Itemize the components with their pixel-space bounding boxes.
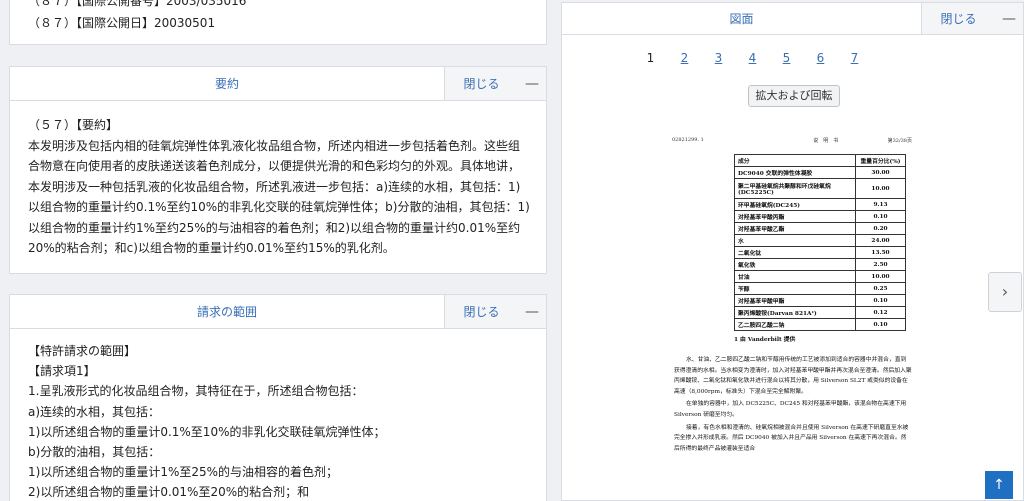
app-root: （８７）【国際公開番号】2003/035016 （８７）【国際公開日】20030… xyxy=(0,0,1024,501)
table-cell: DC9040 交联的弹性体凝胶 xyxy=(734,166,856,179)
table-cell: 13.50 xyxy=(855,246,906,259)
table-row: 二氧化钛 13.50 xyxy=(734,246,906,259)
page-pagination: 1 2 3 4 5 6 7 xyxy=(482,51,1023,65)
table-cell: 对羟基苯甲酸乙酯 xyxy=(734,222,856,235)
page-4-link[interactable]: 4 xyxy=(747,51,759,65)
doc-page: 第32/38页 xyxy=(887,138,912,144)
table-cell: 氧化铁 xyxy=(734,258,856,271)
claims-card: 請求の範囲 閉じる — 【特許請求の範囲】 【請求項1】 1.呈乳液形式的化妆品… xyxy=(9,294,547,501)
table-cell: 二氧化钛 xyxy=(734,246,856,259)
page-6-link[interactable]: 6 xyxy=(815,51,827,65)
publication-info-card: （８７）【国際公開番号】2003/035016 （８７）【国際公開日】20030… xyxy=(9,0,547,45)
table-cell: 对羟基苯甲酸甲酯 xyxy=(734,294,856,307)
table-row: 对羟基苯甲酸丙酯 0.10 xyxy=(734,210,906,223)
table-cell: 9.13 xyxy=(855,198,906,211)
table-row: 聚二甲基硅氧烷共聚醇和环戊硅氧烷 (DC5225C) 10.00 xyxy=(734,178,906,199)
table-cell: 10.00 xyxy=(855,178,906,199)
doc-paragraph: 在单独的容器中，加入 DC5225C、DC245 和对羟基苯甲酸酯，该混合物在高… xyxy=(674,401,907,418)
table-row: 苄醇 0.25 xyxy=(734,282,906,295)
table-header-cell: 重量百分比(%) xyxy=(855,154,906,167)
table-row: 乙二胺四乙酸二钠 0.10 xyxy=(734,318,906,331)
left-column: （８７）【国際公開番号】2003/035016 （８７）【国際公開日】20030… xyxy=(0,0,555,501)
claims-line: 【特許請求の範囲】 xyxy=(28,344,137,358)
figures-panel: 図面 閉じる — 1 2 3 4 5 6 7 拡大および回転 02821299.… xyxy=(561,2,1024,501)
table-cell: 0.10 xyxy=(855,210,906,223)
table-cell: 24.00 xyxy=(855,234,906,247)
table-cell: 苄醇 xyxy=(734,282,856,295)
table-cell: 水 xyxy=(734,234,856,247)
table-cell: 乙二胺四乙酸二钠 xyxy=(734,318,856,331)
claims-header: 請求の範囲 閉じる — xyxy=(10,295,546,329)
collapse-icon[interactable]: — xyxy=(518,76,546,92)
claims-line: 1.呈乳液形式的化妆品组合物，其特征在于，所述组合物包括： xyxy=(28,384,364,399)
table-row: 对羟基苯甲酸甲酯 0.10 xyxy=(734,294,906,307)
table-cell: 0.10 xyxy=(855,318,906,331)
claims-line: 【請求項1】 xyxy=(28,364,96,379)
page-5-link[interactable]: 5 xyxy=(781,51,793,65)
arrow-up-icon[interactable]: ↑ xyxy=(985,471,1013,499)
page-7-link[interactable]: 7 xyxy=(849,51,861,65)
table-header-cell: 成分 xyxy=(734,154,856,167)
doc-paragraph: 接着，有色水相和澄清的、硅氧烷相被混合并且使用 Silverson 在高速下研磨… xyxy=(674,424,909,452)
table-row: 环甲基硅氧烷(DC245) 9.13 xyxy=(734,198,906,211)
table-row: DC9040 交联的弹性体凝胶 30.00 xyxy=(734,166,906,179)
table-cell: 30.00 xyxy=(855,166,906,179)
claims-title: 請求の範囲 xyxy=(196,305,257,319)
table-cell: 0.20 xyxy=(855,222,906,235)
table-cell: 0.25 xyxy=(855,282,906,295)
abstract-close-button[interactable]: 閉じる — xyxy=(444,67,546,100)
publication-date: （８７）【国際公開日】20030501 xyxy=(28,16,216,30)
abstract-title: 要約 xyxy=(214,77,239,91)
claims-line: a)连续的水相，其包括： xyxy=(28,404,161,419)
figures-title: 図面 xyxy=(729,12,754,26)
abstract-card: 要約 閉じる — （５７）【要約】 本发明涉及包括内相的硅氧烷弹性体乳液化妆品组… xyxy=(9,66,547,274)
doc-paragraph: 水、甘油、乙二胺四乙酸二钠和苄醇用传统的工艺被添加到适合的容器中并混合，直到获得… xyxy=(674,357,912,395)
table-cell: 甘油 xyxy=(734,270,856,283)
zoom-rotate-button[interactable]: 拡大および回転 xyxy=(748,85,840,107)
claims-line: 1)以所述组合物的重量计1%至25%的与油相容的着色剂； xyxy=(28,465,339,480)
doc-number: 02821299. 1 xyxy=(672,137,704,143)
table-cell: 0.10 xyxy=(855,294,906,307)
publication-number: （８７）【国際公開番号】2003/035016 xyxy=(28,0,247,8)
table-row: 聚丙烯酸铵(Darvan 821A¹) 0.12 xyxy=(734,306,906,319)
page-1-current: 1 xyxy=(646,51,655,65)
table-cell: 10.00 xyxy=(855,270,906,283)
table-cell: 环甲基硅氧烷(DC245) xyxy=(734,198,856,211)
doc-section: 说 明 书 xyxy=(813,138,839,144)
abstract-text: 本发明涉及包括内相的硅氧烷弹性体乳液化妆品组合物，所述内相进一步包括着色剂。这些… xyxy=(28,138,530,256)
claims-close-label[interactable]: 閉じる xyxy=(445,303,518,320)
table-row: 水 24.00 xyxy=(734,234,906,247)
page-3-link[interactable]: 3 xyxy=(713,51,725,65)
claims-line: 1)以所述组合物的重量计0.1%至10%的非乳化交联硅氧烷弹性体； xyxy=(28,424,386,439)
table-cell: 聚丙烯酸铵(Darvan 821A¹) xyxy=(734,306,856,319)
table-row: 氧化铁 2.50 xyxy=(734,258,906,271)
table-cell: 2.50 xyxy=(855,258,906,271)
claims-close-button[interactable]: 閉じる — xyxy=(444,295,546,328)
abstract-close-label[interactable]: 閉じる xyxy=(445,75,518,92)
table-header-row: 成分 重量百分比(%) xyxy=(734,154,906,167)
claims-line: b)分散的油相，其包括： xyxy=(28,445,161,460)
chevron-right-icon[interactable]: › xyxy=(988,272,1022,312)
figures-close-label[interactable]: 閉じる xyxy=(922,10,995,27)
table-cell: 0.12 xyxy=(855,306,906,319)
table-cell: 对羟基苯甲酸丙酯 xyxy=(734,210,856,223)
figures-header: 図面 閉じる — xyxy=(562,3,1023,35)
page-2-link[interactable]: 2 xyxy=(679,51,691,65)
collapse-icon[interactable]: — xyxy=(995,11,1023,27)
ingredient-table: 成分 重量百分比(%) DC9040 交联的弹性体凝胶 30.00 聚二甲基硅氧烷… xyxy=(734,154,906,331)
table-row: 对羟基苯甲酸乙酯 0.20 xyxy=(734,222,906,235)
document-header: 02821299. 1 说 明 书 第32/38页 xyxy=(672,137,912,144)
abstract-header: 要約 閉じる — xyxy=(10,67,546,101)
table-footnote: 1 由 Vanderbilt 提供 xyxy=(734,337,796,343)
document-page-image: 02821299. 1 说 明 书 第32/38页 成分 重量百分比(%) DC… xyxy=(672,137,912,499)
table-row: 甘油 10.00 xyxy=(734,270,906,283)
abstract-heading: （５７）【要約】 xyxy=(28,118,119,132)
claims-line: 2)以所述组合物的重量计0.01%至20%的粘合剂；和 xyxy=(28,485,310,500)
figures-close-button[interactable]: 閉じる — xyxy=(921,3,1023,34)
table-cell: 聚二甲基硅氧烷共聚醇和环戊硅氧烷 (DC5225C) xyxy=(734,178,856,199)
collapse-icon[interactable]: — xyxy=(518,304,546,320)
